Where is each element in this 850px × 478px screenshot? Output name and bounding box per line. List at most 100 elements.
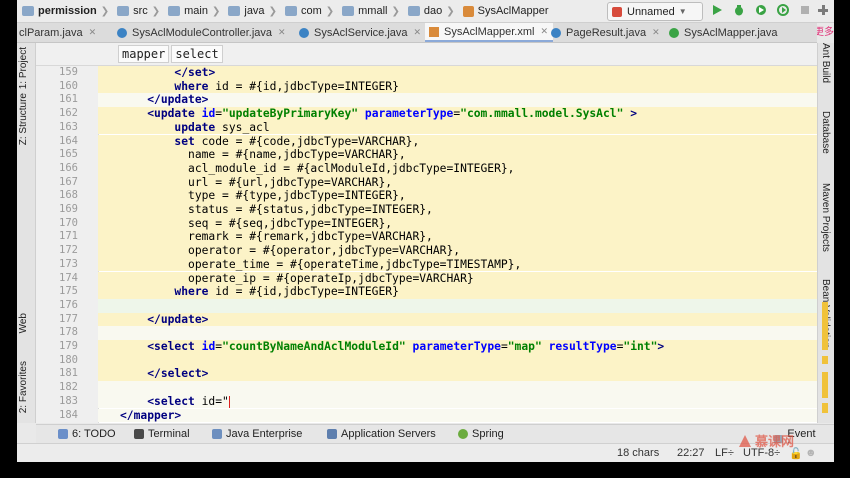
web-tool-button[interactable]: Web [18, 313, 29, 333]
code-line[interactable]: 180 [36, 354, 817, 368]
highlight-marker[interactable] [822, 372, 828, 398]
code-line[interactable]: 182 [36, 381, 817, 395]
highlight-marker[interactable] [822, 302, 828, 350]
folder-icon [407, 6, 420, 16]
code-text: <select id="countByNameAndAclModuleId" p… [147, 340, 665, 353]
close-icon[interactable]: ✕ [278, 27, 286, 38]
close-icon[interactable]: ✕ [89, 27, 97, 38]
code-line[interactable]: 159 </set> [36, 66, 817, 80]
breadcrumb-project[interactable]: permission [22, 5, 97, 17]
favorites-tool-button[interactable]: 2: Favorites [18, 361, 29, 413]
run-config-icon [612, 6, 622, 17]
java-enterprise-tool-button[interactable]: Java Enterprise [212, 428, 302, 440]
xml-file-icon [462, 5, 474, 17]
todo-tool-button[interactable]: 6: TODO [58, 428, 116, 440]
code-line[interactable]: 172 operator = #{operator,jdbcType=VARCH… [36, 244, 817, 258]
line-number: 179 [59, 340, 78, 352]
folder-icon [342, 6, 355, 16]
chevron-right-icon: ❯ [211, 5, 221, 17]
code-text: status = #{status,jdbcType=INTEGER}, [120, 203, 433, 216]
code-line[interactable]: 177 </update> [36, 313, 817, 327]
code-text: url = #{url,jdbcType=VARCHAR}, [120, 175, 393, 189]
folder-icon [22, 6, 34, 16]
code-line[interactable]: 168 type = #{type,jdbcType=INTEGER}, [36, 189, 817, 203]
tab-sysaclmapper-java[interactable]: SysAclMapper.java [669, 23, 778, 42]
close-icon[interactable]: ✕ [652, 27, 660, 38]
build-icon[interactable] [817, 4, 829, 16]
line-separator-select[interactable]: LF÷ [715, 447, 734, 459]
code-line[interactable]: 174 operate_ip = #{operateIp,jdbcType=VA… [36, 272, 817, 286]
code-text: operator = #{operator,jdbcType=VARCHAR}, [120, 244, 461, 258]
stop-icon[interactable] [799, 4, 811, 16]
breadcrumb-java[interactable]: java [228, 5, 265, 17]
code-line[interactable]: 165 name = #{name,jdbcType=VARCHAR}, [36, 148, 817, 162]
run-configuration-select[interactable]: Unnamed ▼ [607, 2, 703, 21]
code-line[interactable]: 178 [36, 326, 817, 340]
breadcrumb-src[interactable]: src [117, 5, 148, 17]
java-enterprise-icon [212, 429, 222, 439]
spring-tool-button[interactable]: Spring [458, 428, 504, 440]
line-number: 184 [59, 408, 78, 421]
app-servers-icon [327, 429, 337, 439]
terminal-tool-button[interactable]: Terminal [134, 428, 190, 440]
code-line[interactable]: 173 operate_time = #{operateTime,jdbcTyp… [36, 258, 817, 272]
code-line[interactable]: 169 status = #{status,jdbcType=INTEGER}, [36, 203, 817, 217]
tab-sysaclservice[interactable]: SysAclService.java ✕ [299, 23, 421, 42]
project-tool-button[interactable]: 1: Project [18, 47, 29, 89]
hector-icon[interactable]: ☻ [805, 447, 817, 459]
tab-sysaclmodulecontroller[interactable]: SysAclModuleController.java ✕ [117, 23, 286, 42]
code-line[interactable]: 171 remark = #{remark,jdbcType=VARCHAR}, [36, 230, 817, 244]
tab-sysaclmapper-xml[interactable]: SysAclMapper.xml ✕ [425, 23, 553, 42]
code-editor[interactable]: 159 </set> 160 where id = #{id,jdbcType=I… [36, 66, 828, 423]
code-line[interactable]: 163 update sys_acl [36, 121, 817, 135]
chevron-right-icon: ❯ [325, 5, 335, 17]
code-line[interactable]: 184 </mapper> [36, 409, 817, 423]
line-number: 183 [59, 394, 78, 407]
code-line[interactable]: 183 <select id=" [36, 395, 817, 409]
close-icon[interactable]: ✕ [414, 27, 422, 38]
run-icon[interactable] [711, 4, 723, 16]
tab-clparam[interactable]: clParam.java ✕ [19, 23, 96, 42]
spring-icon [458, 429, 468, 439]
line-number: 164 [59, 134, 78, 147]
bottom-tool-bar: 6: TODO Terminal Java Enterprise Applica… [36, 424, 834, 452]
structure-tool-button[interactable]: Z: Structure [18, 93, 29, 145]
brand-overlay: 慕课网 [738, 431, 794, 450]
breadcrumb-com[interactable]: com [284, 5, 322, 17]
folder-icon [168, 6, 181, 16]
class-icon [299, 27, 309, 38]
debug-icon[interactable] [733, 4, 745, 16]
code-line[interactable]: 162 <update id="updateByPrimaryKey" para… [36, 107, 817, 121]
coverage-icon[interactable] [755, 4, 767, 16]
chevron-right-icon: ❯ [391, 5, 400, 17]
breadcrumb-dao[interactable]: dao [407, 5, 442, 17]
line-number: 162 [59, 107, 78, 120]
code-line[interactable]: 161 </update> [36, 93, 817, 107]
line-number: 166 [59, 161, 78, 174]
code-line[interactable]: 175 where id = #{id,jdbcType=INTEGER} [36, 285, 817, 299]
highlight-marker[interactable] [822, 403, 828, 413]
close-icon[interactable]: ✕ [540, 26, 548, 37]
code-line[interactable]: 179 <select id="countByNameAndAclModuleI… [36, 340, 817, 354]
code-line[interactable]: 167 url = #{url,jdbcType=VARCHAR}, [36, 176, 817, 190]
error-stripe[interactable] [818, 66, 832, 423]
line-number: 165 [59, 148, 78, 161]
caret-position[interactable]: 22:27 [677, 447, 705, 459]
code-line[interactable]: 181 </select> [36, 367, 817, 381]
breadcrumb-mmall[interactable]: mmall [342, 5, 387, 17]
tag-breadcrumb-select[interactable]: select [171, 45, 223, 63]
profile-icon[interactable] [777, 4, 789, 16]
breadcrumb-main[interactable]: main [168, 5, 208, 17]
code-line[interactable]: 176 [36, 299, 817, 313]
code-line[interactable]: 164 set code = #{code,jdbcType=VARCHAR}, [36, 135, 817, 149]
tag-breadcrumb-mapper[interactable]: mapper [118, 45, 170, 63]
code-text: update sys_acl [174, 120, 270, 134]
breadcrumb-file[interactable]: SysAclMapper [462, 5, 549, 17]
code-line[interactable]: 170 seq = #{seq,jdbcType=INTEGER}, [36, 217, 817, 231]
code-line[interactable]: 160 where id = #{id,jdbcType=INTEGER} [36, 80, 817, 94]
highlight-marker[interactable] [822, 356, 828, 364]
application-servers-tool-button[interactable]: Application Servers [327, 428, 436, 440]
code-line[interactable]: 166 acl_module_id = #{aclModuleId,jdbcTy… [36, 162, 817, 176]
tab-pageresult[interactable]: PageResult.java ✕ [551, 23, 660, 42]
brand-logo-icon [739, 434, 751, 447]
